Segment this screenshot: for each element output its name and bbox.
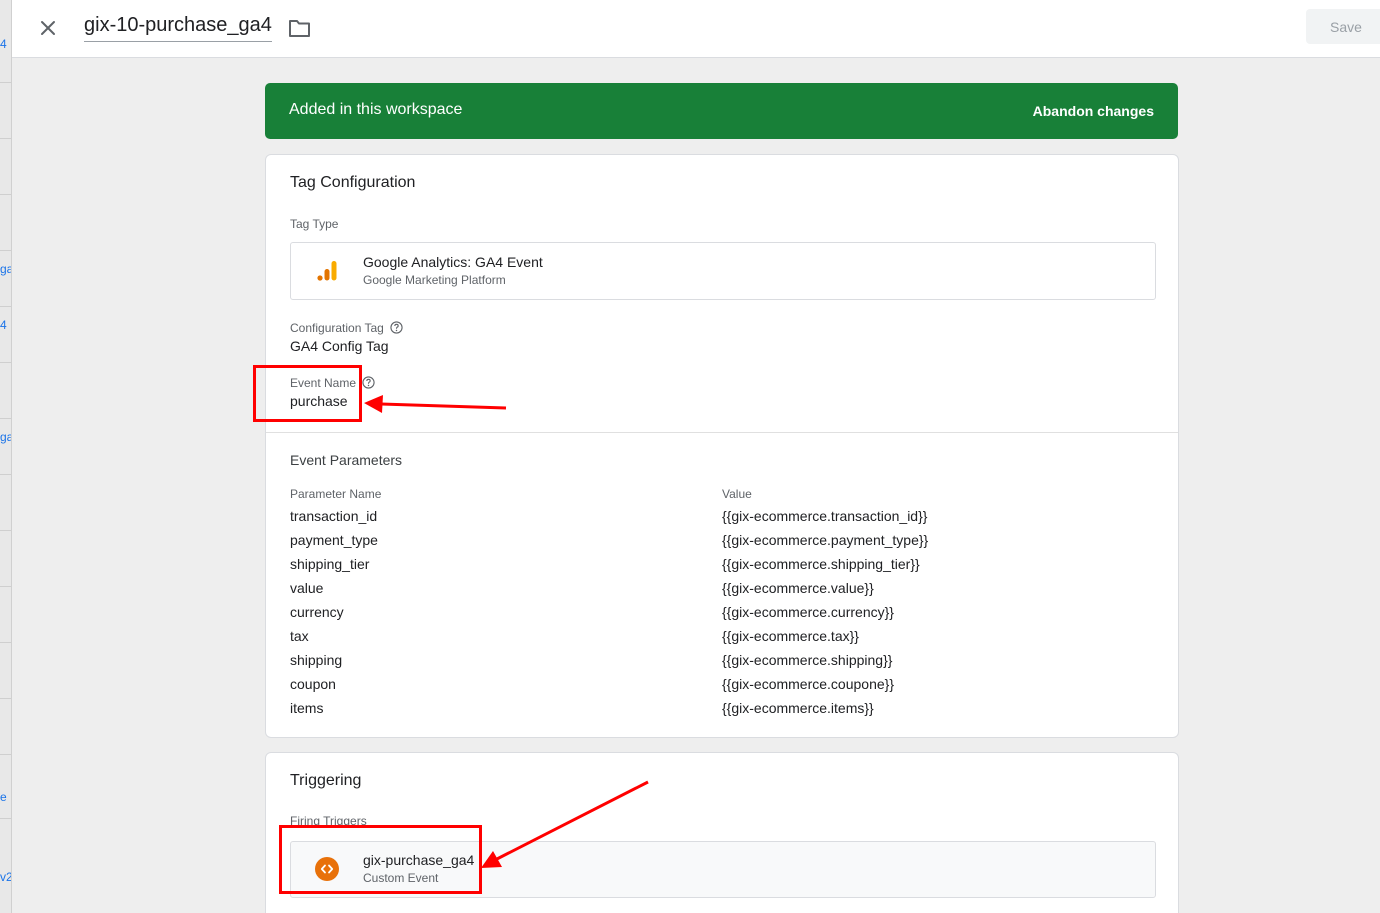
parameter-name: value <box>290 580 324 596</box>
banner-title: Added in this workspace <box>289 101 463 118</box>
configuration-tag-label: Configuration Tag <box>290 321 403 335</box>
background-fragment: ga <box>0 262 11 276</box>
parameter-value: {{gix-ecommerce.tax}} <box>722 628 859 644</box>
tag-type-box: Google Analytics: GA4 Event Google Marke… <box>290 242 1156 300</box>
help-circle-icon[interactable] <box>390 321 403 334</box>
folder-icon[interactable] <box>288 17 312 39</box>
analytics-bars-icon <box>315 259 339 283</box>
parameter-row: items {{gix-ecommerce.items}} <box>266 700 1178 724</box>
parameter-name: transaction_id <box>290 508 378 524</box>
parameter-value: {{gix-ecommerce.items}} <box>722 700 874 716</box>
annotation-highlight-box <box>279 825 482 894</box>
parameter-row: shipping_tier {{gix-ecommerce.shipping_t… <box>266 556 1178 580</box>
parameter-value: {{gix-ecommerce.value}} <box>722 580 874 596</box>
parameter-row: value {{gix-ecommerce.value}} <box>266 580 1178 604</box>
tag-type-platform: Google Marketing Platform <box>363 273 506 287</box>
parameter-value: {{gix-ecommerce.payment_type}} <box>722 532 929 548</box>
parameter-name: items <box>290 700 324 716</box>
triggering-title: Triggering <box>290 772 362 789</box>
background-fragment: e <box>0 790 7 804</box>
parameter-value: {{gix-ecommerce.currency}} <box>722 604 894 620</box>
parameter-row: shipping {{gix-ecommerce.shipping}} <box>266 652 1178 676</box>
section-divider <box>266 432 1178 433</box>
parameter-value: {{gix-ecommerce.coupone}} <box>722 676 894 692</box>
parameter-row: currency {{gix-ecommerce.currency}} <box>266 604 1178 628</box>
parameter-name: coupon <box>290 676 336 692</box>
configuration-tag-label-text: Configuration Tag <box>290 321 384 335</box>
parameter-row: tax {{gix-ecommerce.tax}} <box>266 628 1178 652</box>
help-circle-icon[interactable] <box>362 376 375 389</box>
tag-type-name: Google Analytics: GA4 Event <box>363 254 543 270</box>
background-fragment: 4 <box>0 37 7 51</box>
parameter-row: transaction_id {{gix-ecommerce.transacti… <box>266 508 1178 532</box>
workspace-status-banner: Added in this workspace Abandon changes <box>265 83 1178 139</box>
parameter-name: shipping <box>290 652 343 668</box>
background-fragment: 4 <box>0 318 7 332</box>
tag-name-input[interactable]: gix-10-purchase_ga4 <box>84 14 272 42</box>
editor-topbar: gix-10-purchase_ga4 Save <box>12 0 1380 58</box>
background-fragment: ga <box>0 430 11 444</box>
parameter-name: shipping_tier <box>290 556 370 572</box>
parameter-name: payment_type <box>290 532 378 548</box>
parameter-row: coupon {{gix-ecommerce.coupone}} <box>266 676 1178 700</box>
event-parameters-title: Event Parameters <box>290 452 403 468</box>
parameter-value-header: Value <box>722 487 752 501</box>
parameter-row: payment_type {{gix-ecommerce.payment_typ… <box>266 532 1178 556</box>
close-icon[interactable] <box>36 16 60 40</box>
annotation-highlight-box <box>253 365 362 422</box>
parameter-name: currency <box>290 604 344 620</box>
abandon-changes-button[interactable]: Abandon changes <box>1033 103 1154 119</box>
save-button[interactable]: Save <box>1306 9 1380 44</box>
configuration-tag-value: GA4 Config Tag <box>290 338 389 354</box>
parameter-value: {{gix-ecommerce.transaction_id}} <box>722 508 928 524</box>
parameter-value: {{gix-ecommerce.shipping_tier}} <box>722 556 920 572</box>
tag-configuration-title: Tag Configuration <box>290 174 416 191</box>
parameter-value: {{gix-ecommerce.shipping}} <box>722 652 893 668</box>
parameter-name: tax <box>290 628 309 644</box>
background-fragment: v2 <box>0 870 12 884</box>
tag-configuration-card[interactable]: Tag Configuration Tag Type Google Analyt… <box>265 154 1179 738</box>
background-sidebar-strip: 4 ga 4 ga e v2 <box>0 0 12 913</box>
tag-type-label: Tag Type <box>290 217 339 231</box>
parameter-name-header: Parameter Name <box>290 487 382 501</box>
